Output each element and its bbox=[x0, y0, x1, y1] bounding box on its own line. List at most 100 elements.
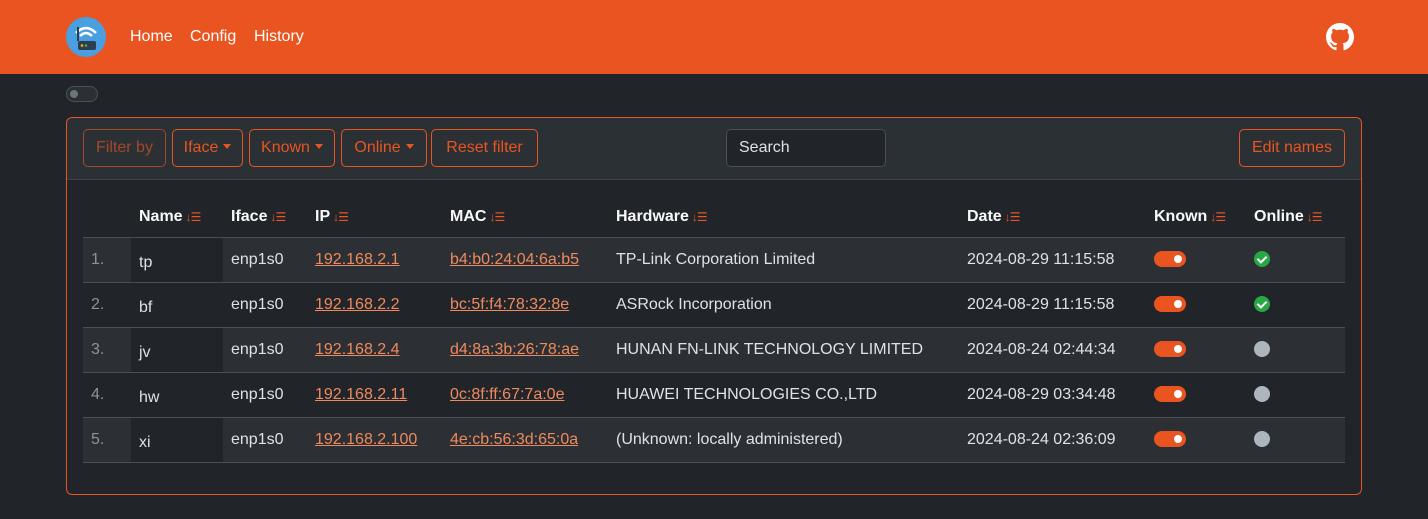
device-mac-link[interactable]: 4e:cb:56:3d:65:0a bbox=[450, 431, 578, 448]
device-ip-cell: 192.168.2.100 bbox=[307, 417, 442, 463]
known-toggle-switch[interactable] bbox=[1154, 431, 1186, 448]
device-ip-cell: 192.168.2.4 bbox=[307, 327, 442, 373]
device-iface: enp1s0 bbox=[223, 282, 307, 328]
nav-config-link[interactable]: Config bbox=[190, 27, 236, 47]
column-header-iface[interactable]: Iface ↓☰ bbox=[223, 197, 307, 238]
sort-icon[interactable]: ↓☰ bbox=[270, 210, 286, 224]
online-filter-dropdown[interactable]: Online bbox=[341, 129, 427, 167]
device-date: 2024-08-24 02:44:34 bbox=[959, 327, 1146, 373]
devices-table: Name ↓☰ Iface ↓☰ IP ↓☰ MAC ↓☰ Hardware ↓☰ Dat… bbox=[83, 197, 1345, 463]
column-header-hardware[interactable]: Hardware ↓☰ bbox=[608, 197, 959, 238]
column-header-label: Iface bbox=[231, 207, 268, 225]
column-header-mac[interactable]: MAC ↓☰ bbox=[442, 197, 608, 238]
known-toggle-switch[interactable] bbox=[1154, 341, 1186, 358]
sort-icon[interactable]: ↓☰ bbox=[1307, 210, 1323, 224]
device-name: tp bbox=[139, 253, 153, 271]
column-header-label: Date bbox=[967, 207, 1002, 225]
device-name-cell[interactable]: jv bbox=[131, 327, 223, 373]
device-mac-link[interactable]: 0c:8f:ff:67:7a:0e bbox=[450, 386, 564, 403]
toggle-knob bbox=[1174, 345, 1182, 354]
app-logo-icon[interactable] bbox=[66, 17, 106, 57]
device-online-cell bbox=[1246, 372, 1345, 418]
column-header-ip[interactable]: IP ↓☰ bbox=[307, 197, 442, 238]
online-check-icon bbox=[1254, 251, 1270, 268]
nav-history-link[interactable]: History bbox=[254, 27, 304, 47]
known-toggle-switch[interactable] bbox=[1154, 251, 1186, 268]
device-online-cell bbox=[1246, 237, 1345, 283]
theme-toggle-switch[interactable] bbox=[66, 86, 98, 102]
filter-toolbar: Filter by Iface Known Online Reset filte… bbox=[67, 118, 1361, 180]
theme-toggle-knob bbox=[70, 90, 78, 98]
github-icon[interactable] bbox=[1326, 23, 1354, 51]
navbar: Home Config History bbox=[0, 0, 1428, 74]
sort-icon[interactable]: ↓☰ bbox=[1005, 210, 1021, 224]
device-online-cell bbox=[1246, 282, 1345, 328]
nav-home-link[interactable]: Home bbox=[130, 27, 173, 47]
toggle-knob bbox=[1174, 255, 1182, 264]
search-input[interactable] bbox=[726, 129, 886, 167]
device-mac-cell: d4:8a:3b:26:78:ae bbox=[442, 327, 608, 373]
device-mac-cell: 4e:cb:56:3d:65:0a bbox=[442, 417, 608, 463]
edit-names-button[interactable]: Edit names bbox=[1239, 129, 1345, 167]
known-filter-dropdown[interactable]: Known bbox=[249, 129, 335, 167]
device-mac-cell: 0c:8f:ff:67:7a:0e bbox=[442, 372, 608, 418]
device-mac-cell: b4:b0:24:04:6a:b5 bbox=[442, 237, 608, 283]
row-index: 1. bbox=[83, 237, 131, 283]
table-header-row: Name ↓☰ Iface ↓☰ IP ↓☰ MAC ↓☰ Hardware ↓☰ Dat… bbox=[83, 197, 1345, 238]
index-column-header bbox=[83, 197, 131, 238]
device-name-cell[interactable]: bf bbox=[131, 282, 223, 328]
row-index: 4. bbox=[83, 372, 131, 418]
device-mac-cell: bc:5f:f4:78:32:8e bbox=[442, 282, 608, 328]
device-hardware: HUNAN FN-LINK TECHNOLOGY LIMITED bbox=[608, 327, 959, 373]
device-ip-cell: 192.168.2.1 bbox=[307, 237, 442, 283]
table-row: 2. bf enp1s0 192.168.2.2 bc:5f:f4:78:32:8e AS… bbox=[83, 282, 1345, 328]
sort-icon[interactable]: ↓☰ bbox=[333, 210, 349, 224]
device-known-cell bbox=[1146, 282, 1246, 328]
device-name-cell[interactable]: hw bbox=[131, 372, 223, 418]
column-header-name[interactable]: Name ↓☰ bbox=[131, 197, 223, 238]
sort-icon[interactable]: ↓☰ bbox=[186, 210, 202, 224]
device-known-cell bbox=[1146, 372, 1246, 418]
known-toggle-switch[interactable] bbox=[1154, 386, 1186, 403]
device-date: 2024-08-29 11:15:58 bbox=[959, 237, 1146, 283]
column-header-online[interactable]: Online ↓☰ bbox=[1246, 197, 1345, 238]
iface-filter-dropdown[interactable]: Iface bbox=[172, 129, 243, 167]
toggle-knob bbox=[1174, 435, 1182, 444]
device-online-cell bbox=[1246, 417, 1345, 463]
device-name-cell[interactable]: tp bbox=[131, 237, 223, 283]
sort-icon[interactable]: ↓☰ bbox=[1210, 210, 1226, 224]
device-ip-link[interactable]: 192.168.2.11 bbox=[315, 386, 407, 403]
reset-filter-button[interactable]: Reset filter bbox=[431, 129, 538, 167]
filter-by-button: Filter by bbox=[83, 129, 166, 167]
table-row: 1. tp enp1s0 192.168.2.1 b4:b0:24:04:6a:b5 TP… bbox=[83, 237, 1345, 283]
sort-icon[interactable]: ↓☰ bbox=[489, 210, 505, 224]
sort-icon[interactable]: ↓☰ bbox=[692, 210, 708, 224]
device-ip-link[interactable]: 192.168.2.4 bbox=[315, 341, 400, 358]
device-mac-link[interactable]: bc:5f:f4:78:32:8e bbox=[450, 296, 569, 313]
column-header-date[interactable]: Date ↓☰ bbox=[959, 197, 1146, 238]
column-header-known[interactable]: Known ↓☰ bbox=[1146, 197, 1246, 238]
column-header-label: Hardware bbox=[616, 207, 689, 225]
device-ip-link[interactable]: 192.168.2.100 bbox=[315, 431, 417, 448]
device-name: hw bbox=[139, 388, 160, 406]
device-iface: enp1s0 bbox=[223, 327, 307, 373]
row-index: 5. bbox=[83, 417, 131, 463]
toggle-knob bbox=[1174, 300, 1182, 309]
device-ip-link[interactable]: 192.168.2.1 bbox=[315, 251, 400, 268]
iface-filter-label: Iface bbox=[183, 139, 219, 156]
device-ip-link[interactable]: 192.168.2.2 bbox=[315, 296, 400, 313]
device-hardware: HUAWEI TECHNOLOGIES CO.,LTD bbox=[608, 372, 959, 418]
device-hardware: (Unknown: locally administered) bbox=[608, 417, 959, 463]
device-iface: enp1s0 bbox=[223, 372, 307, 418]
known-toggle-switch[interactable] bbox=[1154, 296, 1186, 313]
devices-card: Filter by Iface Known Online Reset filte… bbox=[66, 117, 1362, 495]
device-date: 2024-08-29 11:15:58 bbox=[959, 282, 1146, 328]
column-header-label: IP bbox=[315, 207, 331, 225]
device-mac-link[interactable]: d4:8a:3b:26:78:ae bbox=[450, 341, 579, 358]
device-name-cell[interactable]: xi bbox=[131, 417, 223, 463]
chevron-down-icon bbox=[223, 144, 232, 149]
device-ip-cell: 192.168.2.11 bbox=[307, 372, 442, 418]
device-mac-link[interactable]: b4:b0:24:04:6a:b5 bbox=[450, 251, 579, 268]
device-name: jv bbox=[139, 343, 151, 361]
devices-table-body: 1. tp enp1s0 192.168.2.1 b4:b0:24:04:6a:b5 TP… bbox=[83, 237, 1345, 463]
